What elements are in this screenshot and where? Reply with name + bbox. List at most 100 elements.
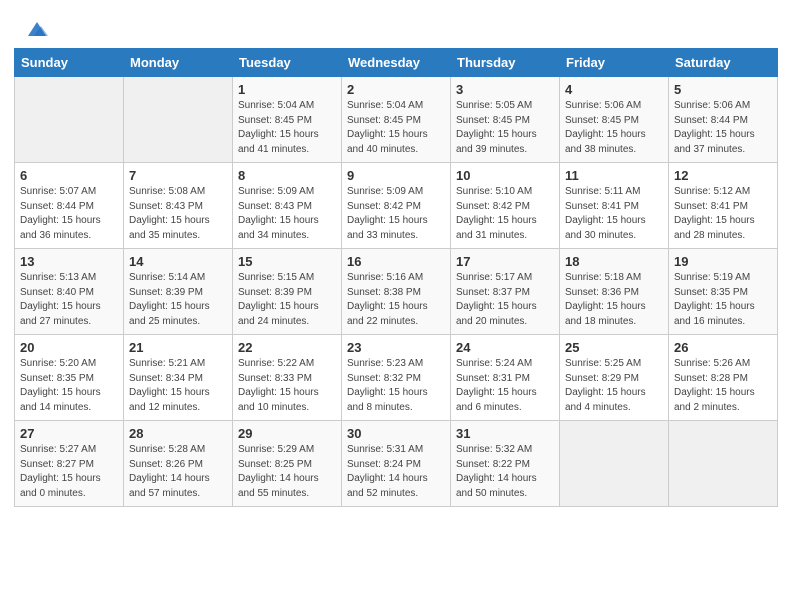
header-wednesday: Wednesday	[342, 49, 451, 77]
header-thursday: Thursday	[451, 49, 560, 77]
day-cell: 23Sunrise: 5:23 AMSunset: 8:32 PMDayligh…	[342, 335, 451, 421]
week-row-2: 6 Sunrise: 5:07 AMSunset: 8:44 PMDaylight…	[15, 163, 778, 249]
day-info: Sunrise: 5:04 AMSunset: 8:45 PMDaylight:…	[347, 99, 445, 157]
day-number: 15	[238, 254, 336, 269]
day-info: Sunrise: 5:05 AMSunset: 8:45 PMDaylight:…	[456, 99, 554, 157]
day-info: Sunrise: 5:13 AMSunset: 8:40 PMDaylight:…	[20, 271, 118, 329]
day-cell: 12Sunrise: 5:12 AMSunset: 8:41 PMDayligh…	[669, 163, 778, 249]
day-cell: 31 Sunrise: 5:32 AMSunset: 8:22 PMDayligh…	[451, 421, 560, 507]
day-cell: 17 Sunrise: 5:17 AMSunset: 8:37 PMDayligh…	[451, 249, 560, 335]
day-cell: 1 Sunrise: 5:04 AMSunset: 8:45 PMDaylight…	[233, 77, 342, 163]
day-number: 17	[456, 254, 554, 269]
day-number: 8	[238, 168, 336, 183]
logo-icon	[26, 18, 48, 40]
week-row-5: 27Sunrise: 5:27 AMSunset: 8:27 PMDayligh…	[15, 421, 778, 507]
day-number: 1	[238, 82, 336, 97]
day-cell: 7 Sunrise: 5:08 AMSunset: 8:43 PMDaylight…	[124, 163, 233, 249]
day-cell: 21Sunrise: 5:21 AMSunset: 8:34 PMDayligh…	[124, 335, 233, 421]
day-number: 14	[129, 254, 227, 269]
day-number: 7	[129, 168, 227, 183]
day-number: 18	[565, 254, 663, 269]
day-cell: 24 Sunrise: 5:24 AMSunset: 8:31 PMDayligh…	[451, 335, 560, 421]
day-cell	[560, 421, 669, 507]
day-cell: 29 Sunrise: 5:29 AMSunset: 8:25 PMDayligh…	[233, 421, 342, 507]
day-info: Sunrise: 5:24 AMSunset: 8:31 PMDaylight:…	[456, 357, 554, 415]
header-sunday: Sunday	[15, 49, 124, 77]
day-number: 19	[674, 254, 772, 269]
day-cell: 10 Sunrise: 5:10 AMSunset: 8:42 PMDayligh…	[451, 163, 560, 249]
calendar-container: SundayMondayTuesdayWednesdayThursdayFrid…	[0, 48, 792, 521]
day-info: Sunrise: 5:21 AMSunset: 8:34 PMDaylight:…	[129, 357, 227, 415]
day-cell	[124, 77, 233, 163]
day-number: 29	[238, 426, 336, 441]
day-cell: 25Sunrise: 5:25 AMSunset: 8:29 PMDayligh…	[560, 335, 669, 421]
day-cell: 16 Sunrise: 5:16 AMSunset: 8:38 PMDayligh…	[342, 249, 451, 335]
day-cell: 26 Sunrise: 5:26 AMSunset: 8:28 PMDayligh…	[669, 335, 778, 421]
logo	[24, 18, 48, 40]
day-cell: 30 Sunrise: 5:31 AMSunset: 8:24 PMDayligh…	[342, 421, 451, 507]
day-cell: 14 Sunrise: 5:14 AMSunset: 8:39 PMDayligh…	[124, 249, 233, 335]
header-monday: Monday	[124, 49, 233, 77]
day-cell: 15 Sunrise: 5:15 AMSunset: 8:39 PMDayligh…	[233, 249, 342, 335]
day-info: Sunrise: 5:19 AMSunset: 8:35 PMDaylight:…	[674, 271, 772, 329]
day-cell: 27Sunrise: 5:27 AMSunset: 8:27 PMDayligh…	[15, 421, 124, 507]
day-cell: 19 Sunrise: 5:19 AMSunset: 8:35 PMDayligh…	[669, 249, 778, 335]
day-info: Sunrise: 5:11 AMSunset: 8:41 PMDaylight:…	[565, 185, 663, 243]
day-number: 31	[456, 426, 554, 441]
day-info: Sunrise: 5:31 AMSunset: 8:24 PMDaylight:…	[347, 443, 445, 501]
day-info: Sunrise: 5:06 AMSunset: 8:44 PMDaylight:…	[674, 99, 772, 157]
day-cell	[15, 77, 124, 163]
day-info: Sunrise: 5:04 AMSunset: 8:45 PMDaylight:…	[238, 99, 336, 157]
day-number: 30	[347, 426, 445, 441]
day-info: Sunrise: 5:06 AMSunset: 8:45 PMDaylight:…	[565, 99, 663, 157]
day-info: Sunrise: 5:26 AMSunset: 8:28 PMDaylight:…	[674, 357, 772, 415]
day-number: 3	[456, 82, 554, 97]
day-info: Sunrise: 5:18 AMSunset: 8:36 PMDaylight:…	[565, 271, 663, 329]
week-row-3: 13 Sunrise: 5:13 AMSunset: 8:40 PMDayligh…	[15, 249, 778, 335]
day-info: Sunrise: 5:14 AMSunset: 8:39 PMDaylight:…	[129, 271, 227, 329]
day-number: 10	[456, 168, 554, 183]
day-info: Sunrise: 5:22 AMSunset: 8:33 PMDaylight:…	[238, 357, 336, 415]
header-friday: Friday	[560, 49, 669, 77]
day-cell	[669, 421, 778, 507]
day-info: Sunrise: 5:08 AMSunset: 8:43 PMDaylight:…	[129, 185, 227, 243]
day-cell: 13 Sunrise: 5:13 AMSunset: 8:40 PMDayligh…	[15, 249, 124, 335]
day-number: 9	[347, 168, 445, 183]
day-number: 23	[347, 340, 445, 355]
day-number: 12	[674, 168, 772, 183]
day-number: 27	[20, 426, 118, 441]
week-row-4: 20Sunrise: 5:20 AMSunset: 8:35 PMDayligh…	[15, 335, 778, 421]
day-info: Sunrise: 5:29 AMSunset: 8:25 PMDaylight:…	[238, 443, 336, 501]
calendar-table: SundayMondayTuesdayWednesdayThursdayFrid…	[14, 48, 778, 507]
day-info: Sunrise: 5:16 AMSunset: 8:38 PMDaylight:…	[347, 271, 445, 329]
header-saturday: Saturday	[669, 49, 778, 77]
day-cell: 5 Sunrise: 5:06 AMSunset: 8:44 PMDaylight…	[669, 77, 778, 163]
page-header	[0, 0, 792, 48]
day-number: 24	[456, 340, 554, 355]
day-number: 6	[20, 168, 118, 183]
day-cell: 3 Sunrise: 5:05 AMSunset: 8:45 PMDaylight…	[451, 77, 560, 163]
day-info: Sunrise: 5:17 AMSunset: 8:37 PMDaylight:…	[456, 271, 554, 329]
day-number: 28	[129, 426, 227, 441]
day-info: Sunrise: 5:25 AMSunset: 8:29 PMDaylight:…	[565, 357, 663, 415]
day-number: 5	[674, 82, 772, 97]
day-info: Sunrise: 5:10 AMSunset: 8:42 PMDaylight:…	[456, 185, 554, 243]
day-cell: 18 Sunrise: 5:18 AMSunset: 8:36 PMDayligh…	[560, 249, 669, 335]
day-info: Sunrise: 5:20 AMSunset: 8:35 PMDaylight:…	[20, 357, 118, 415]
day-info: Sunrise: 5:15 AMSunset: 8:39 PMDaylight:…	[238, 271, 336, 329]
day-cell: 8Sunrise: 5:09 AMSunset: 8:43 PMDaylight…	[233, 163, 342, 249]
day-cell: 6 Sunrise: 5:07 AMSunset: 8:44 PMDaylight…	[15, 163, 124, 249]
day-number: 26	[674, 340, 772, 355]
day-info: Sunrise: 5:09 AMSunset: 8:42 PMDaylight:…	[347, 185, 445, 243]
day-cell: 11Sunrise: 5:11 AMSunset: 8:41 PMDayligh…	[560, 163, 669, 249]
day-number: 16	[347, 254, 445, 269]
day-number: 4	[565, 82, 663, 97]
calendar-header-row: SundayMondayTuesdayWednesdayThursdayFrid…	[15, 49, 778, 77]
day-cell: 28Sunrise: 5:28 AMSunset: 8:26 PMDayligh…	[124, 421, 233, 507]
day-number: 13	[20, 254, 118, 269]
day-cell: 20Sunrise: 5:20 AMSunset: 8:35 PMDayligh…	[15, 335, 124, 421]
day-cell: 22Sunrise: 5:22 AMSunset: 8:33 PMDayligh…	[233, 335, 342, 421]
week-row-1: 1 Sunrise: 5:04 AMSunset: 8:45 PMDaylight…	[15, 77, 778, 163]
day-info: Sunrise: 5:07 AMSunset: 8:44 PMDaylight:…	[20, 185, 118, 243]
day-info: Sunrise: 5:32 AMSunset: 8:22 PMDaylight:…	[456, 443, 554, 501]
